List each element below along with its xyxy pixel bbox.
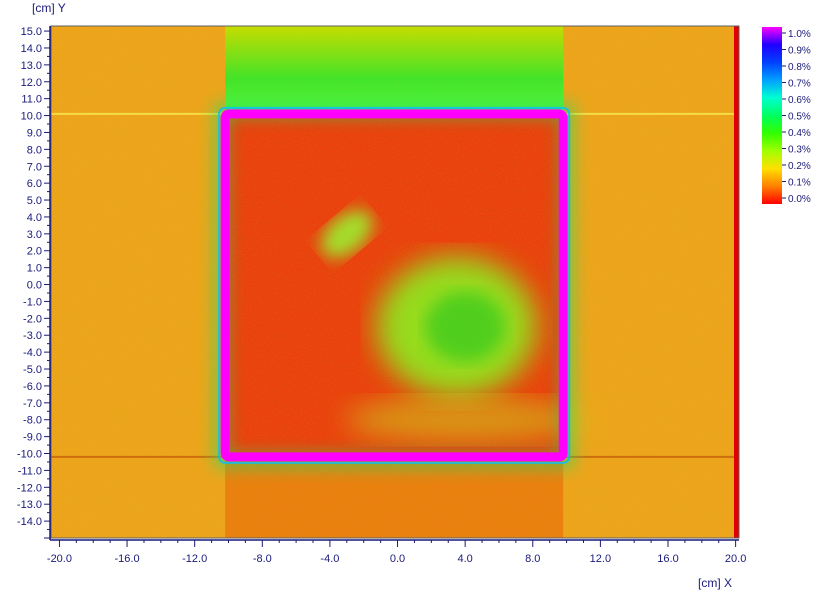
y-tick-label: -4.0 xyxy=(23,347,42,359)
x-axis: -20.0 -16.0 -12.0 -8.0 -4.0 0.0 4.0 8.0 12.0 16.0… xyxy=(47,540,746,565)
y-tick-label: 4.0 xyxy=(27,212,42,224)
y-tick-label: -8.0 xyxy=(23,415,42,427)
y-tick-label: -6.0 xyxy=(23,381,42,393)
y-tick-label: 8.0 xyxy=(27,144,42,156)
y-tick-label: 3.0 xyxy=(27,229,42,241)
colorbar-label: 0.8% xyxy=(788,62,811,73)
y-tick-label: 6.0 xyxy=(27,178,42,190)
y-tick-label: 5.0 xyxy=(27,195,42,207)
x-tick-label: -8.0 xyxy=(253,553,272,565)
colorbar-label: 0.3% xyxy=(788,145,811,156)
dose-map-chart: -20.0 -16.0 -12.0 -8.0 -4.0 0.0 4.0 8.0 12.0 16.0… xyxy=(17,1,811,590)
y-tick-label: -2.0 xyxy=(23,313,42,325)
x-axis-label: [cm] X xyxy=(698,576,732,590)
y-tick-label: 11.0 xyxy=(21,94,42,106)
y-axis-label: [cm] Y xyxy=(32,1,66,15)
y-tick-label: 2.0 xyxy=(27,246,42,258)
y-tick-label: -14.0 xyxy=(17,516,42,528)
y-tick-label: 10.0 xyxy=(21,111,42,123)
y-tick-label: 1.0 xyxy=(27,263,42,275)
colorbar-label: 0.9% xyxy=(788,46,811,57)
y-tick-label: 14.0 xyxy=(21,43,42,55)
x-tick-label: -16.0 xyxy=(115,553,140,565)
colorbar-label: 1.0% xyxy=(788,29,811,40)
right-edge-strip xyxy=(734,26,739,538)
colorbar-scale xyxy=(762,27,782,204)
heatmap-field xyxy=(51,26,739,538)
colorbar-label: 0.1% xyxy=(788,178,811,189)
colorbar-label: 0.4% xyxy=(788,128,811,139)
y-tick-label: -11.0 xyxy=(18,465,42,477)
y-tick-label: -5.0 xyxy=(23,364,42,376)
x-tick-label: 8.0 xyxy=(525,553,540,565)
y-tick-label: 13.0 xyxy=(21,60,42,72)
y-tick-label: -10.0 xyxy=(17,449,42,461)
y-tick-label: -1.0 xyxy=(23,296,42,308)
y-tick-label: -12.0 xyxy=(17,482,42,494)
colorbar-label: 0.0% xyxy=(788,194,811,205)
colorbar-label: 0.7% xyxy=(788,79,811,90)
x-tick-label: 16.0 xyxy=(657,553,678,565)
x-tick-label: 4.0 xyxy=(458,553,473,565)
y-tick-label: 7.0 xyxy=(27,161,42,173)
x-tick-label: 20.0 xyxy=(725,553,746,565)
colorbar: 1.0% 0.9% 0.8% 0.7% 0.6% 0.5% 0.4% 0.3% 0.2% 0.1%… xyxy=(762,27,811,205)
colorbar-label: 0.2% xyxy=(788,161,811,172)
y-tick-label: -3.0 xyxy=(23,330,42,342)
y-tick-label: -7.0 xyxy=(23,398,42,410)
x-tick-label: -4.0 xyxy=(320,553,339,565)
y-tick-label: 15.0 xyxy=(21,26,42,38)
x-tick-label: -20.0 xyxy=(47,553,72,565)
y-tick-label: 9.0 xyxy=(27,127,42,139)
y-tick-label: -9.0 xyxy=(23,432,42,444)
x-tick-label: 12.0 xyxy=(590,553,611,565)
x-tick-label: 0.0 xyxy=(390,553,405,565)
y-tick-label: 0.0 xyxy=(27,280,42,292)
y-tick-label: 12.0 xyxy=(21,77,42,89)
y-axis: 15.0 14.0 13.0 12.0 11.0 10.0 9.0 8.0 7.0 6.0 5.0 4… xyxy=(17,26,50,539)
x-tick-label: -12.0 xyxy=(182,553,207,565)
colorbar-label: 0.5% xyxy=(788,112,811,123)
y-tick-label: -13.0 xyxy=(17,499,42,511)
colorbar-label: 0.6% xyxy=(788,95,811,106)
